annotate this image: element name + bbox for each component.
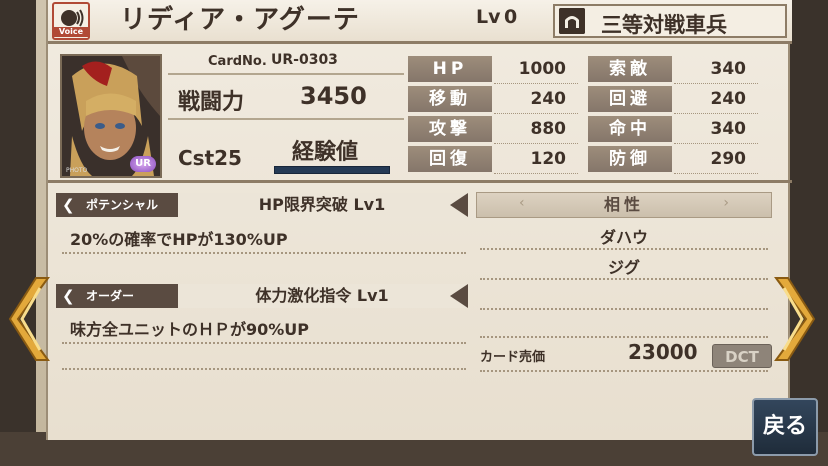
stat-value: 880 xyxy=(530,119,567,139)
stat-line xyxy=(674,173,758,174)
stat-label: 移動 xyxy=(408,86,492,112)
exp-bar xyxy=(274,166,390,174)
divider xyxy=(168,118,404,120)
dotted-divider xyxy=(62,342,466,344)
sale-price-value: 23000 xyxy=(628,340,698,364)
card-no-value: UR-0303 xyxy=(271,52,338,68)
class-badge-icon xyxy=(559,8,585,34)
dotted-divider xyxy=(480,370,768,372)
chevron-left-icon: ❮ xyxy=(62,196,75,214)
stat-line xyxy=(674,143,758,144)
affinity-header: ‹ 相性 › xyxy=(476,192,772,218)
potential-title: HP限界突破 Lv1 xyxy=(178,193,466,217)
ribbon-end xyxy=(450,284,468,308)
chevron-right-icon: › xyxy=(723,195,729,211)
voice-label: Voice xyxy=(54,27,88,37)
affinity-item: ジグ xyxy=(607,258,640,277)
affinity-item: ダハウ xyxy=(599,228,648,247)
dotted-divider xyxy=(480,308,768,310)
potential-header: ❮ ポテンシャル HP限界突破 Lv1 xyxy=(56,193,468,219)
stat-label: HP xyxy=(408,56,492,82)
stat-value: 290 xyxy=(710,149,747,169)
character-name: リディア・アグーテ xyxy=(120,5,360,35)
stat-label: 索敵 xyxy=(588,56,672,82)
sale-price-label: カード売価 xyxy=(480,350,546,365)
back-button[interactable]: 戻る xyxy=(752,398,818,456)
potential-description: 20%の確率でHPが130%UP xyxy=(70,230,288,249)
stat-line xyxy=(494,143,578,144)
stat-line xyxy=(494,83,578,84)
potential-tag-label: ポテンシャル xyxy=(86,198,159,212)
stat-value: 240 xyxy=(710,89,747,109)
voice-button[interactable]: Voice xyxy=(52,2,90,40)
stat-label: 攻撃 xyxy=(408,116,492,142)
dotted-divider xyxy=(62,252,466,254)
order-description: 味方全ユニットのＨＰが90%UP xyxy=(70,320,310,339)
prev-arrow-icon[interactable] xyxy=(8,276,50,362)
stat-value: 240 xyxy=(530,89,567,109)
character-panel: Voice リディア・アグーテ Lv 0 三等対戦車兵 PHOTO UR Car… xyxy=(46,0,792,440)
stat-label: 回復 xyxy=(408,146,492,172)
next-arrow-icon[interactable] xyxy=(774,276,816,362)
level-label: Lv xyxy=(476,6,501,28)
divider xyxy=(168,73,404,75)
order-title: 体力激化指令 Lv1 xyxy=(178,284,466,308)
power-label: 戦闘力 xyxy=(178,90,245,115)
order-header: ❮ オーダー 体力激化指令 Lv1 xyxy=(56,284,468,310)
dotted-divider xyxy=(62,368,466,370)
stat-line xyxy=(674,113,758,114)
class-box: 三等対戦車兵 xyxy=(553,4,787,38)
exp-label: 経験値 xyxy=(292,140,359,165)
class-name: 三等対戦車兵 xyxy=(601,13,727,37)
potential-tag: ❮ ポテンシャル xyxy=(56,193,178,217)
stat-label: 命中 xyxy=(588,116,672,142)
currency-badge: DCT xyxy=(712,344,772,368)
power-value: 3450 xyxy=(300,82,367,110)
ribbon-end xyxy=(450,193,468,217)
stat-line xyxy=(494,113,578,114)
section-divider xyxy=(48,180,792,183)
stat-line xyxy=(674,83,758,84)
rarity-badge: UR xyxy=(130,156,156,172)
order-tag: ❮ オーダー xyxy=(56,284,178,308)
header: Voice リディア・アグーテ Lv 0 三等対戦車兵 xyxy=(48,0,792,44)
stat-label: 回避 xyxy=(588,86,672,112)
stat-value: 340 xyxy=(710,59,747,79)
chevron-left-icon: ❮ xyxy=(62,287,75,305)
stat-value: 1000 xyxy=(518,59,566,79)
dotted-divider xyxy=(480,336,768,338)
card-no-label: CardNo. xyxy=(208,54,267,69)
stat-label: 防御 xyxy=(588,146,672,172)
stat-line xyxy=(494,173,578,174)
order-tag-label: オーダー xyxy=(86,289,135,303)
stat-value: 340 xyxy=(710,119,747,139)
photo-label: PHOTO xyxy=(66,167,88,174)
level-value: 0 xyxy=(504,6,518,28)
stat-value: 120 xyxy=(530,149,567,169)
dotted-divider xyxy=(480,248,768,250)
cost-value: Cst25 xyxy=(178,146,242,170)
dotted-divider xyxy=(480,278,768,280)
speaker-icon xyxy=(61,9,84,27)
character-portrait[interactable]: PHOTO UR xyxy=(60,54,162,178)
